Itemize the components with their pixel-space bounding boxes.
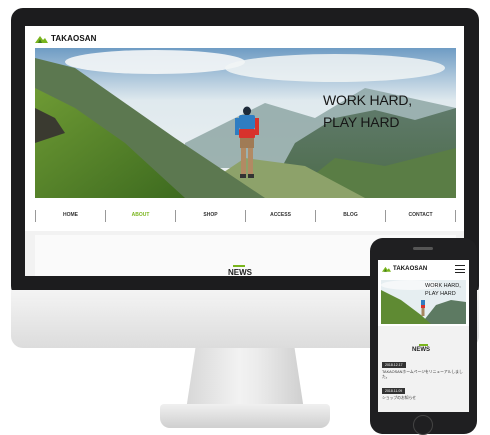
mobile-news-accent-bar — [419, 344, 428, 346]
smartphone-frame: TAKAOSAN WORK HARD, PLAY HARD NEWS 2018.… — [370, 238, 477, 435]
mobile-header: TAKAOSAN — [378, 260, 469, 280]
global-nav: HOME ABOUT SHOP ACCESS BLOG CONTACT — [35, 210, 456, 222]
site-header: TAKAOSAN — [25, 26, 464, 48]
site-logo[interactable]: TAKAOSAN — [35, 34, 97, 43]
hero-headline: WORK HARD, PLAY HARD — [323, 89, 412, 133]
home-button[interactable] — [413, 415, 433, 435]
mobile-hero-line-1: WORK HARD, — [425, 283, 461, 289]
news-item-link[interactable]: ショップのお知らせ — [382, 396, 466, 401]
mobile-logo[interactable]: TAKAOSAN — [382, 266, 427, 272]
mountain-logo-icon — [35, 35, 48, 43]
nav-item-about[interactable]: ABOUT — [105, 210, 175, 222]
hero-line-1: WORK HARD, — [323, 92, 413, 108]
mobile-hero-line-2: PLAY HARD — [425, 291, 456, 297]
news-accent-bar — [233, 265, 245, 267]
mobile-hero-headline: WORK HARD, PLAY HARD — [425, 282, 461, 298]
nav-item-blog[interactable]: BLOG — [315, 210, 385, 222]
hero-image: WORK HARD, PLAY HARD — [35, 48, 456, 198]
mobile-screen: TAKAOSAN WORK HARD, PLAY HARD NEWS 2018.… — [378, 260, 469, 412]
phone-speaker — [413, 247, 433, 250]
imac-stand-base — [160, 404, 330, 428]
nav-item-access[interactable]: ACCESS — [245, 210, 315, 222]
logo-text: TAKAOSAN — [51, 34, 97, 43]
mobile-hero-image: WORK HARD, PLAY HARD — [381, 280, 466, 324]
mountain-logo-icon — [382, 266, 391, 272]
nav-item-home[interactable]: HOME — [35, 210, 105, 222]
news-date-badge: 2018.12.17 — [382, 362, 406, 368]
news-item-link[interactable]: TAKAOSANホームページをリニューアルしました。 — [382, 370, 466, 380]
mobile-logo-text: TAKAOSAN — [393, 266, 428, 272]
mobile-news-heading: NEWS — [412, 347, 430, 353]
hero-line-2: PLAY HARD — [323, 114, 400, 130]
news-heading: NEWS — [228, 268, 252, 276]
nav-item-contact[interactable]: CONTACT — [385, 210, 456, 222]
nav-item-shop[interactable]: SHOP — [175, 210, 245, 222]
news-date-badge: 2018.11.09 — [382, 388, 406, 394]
imac-stand-neck — [186, 348, 304, 410]
hamburger-icon[interactable] — [455, 265, 465, 273]
